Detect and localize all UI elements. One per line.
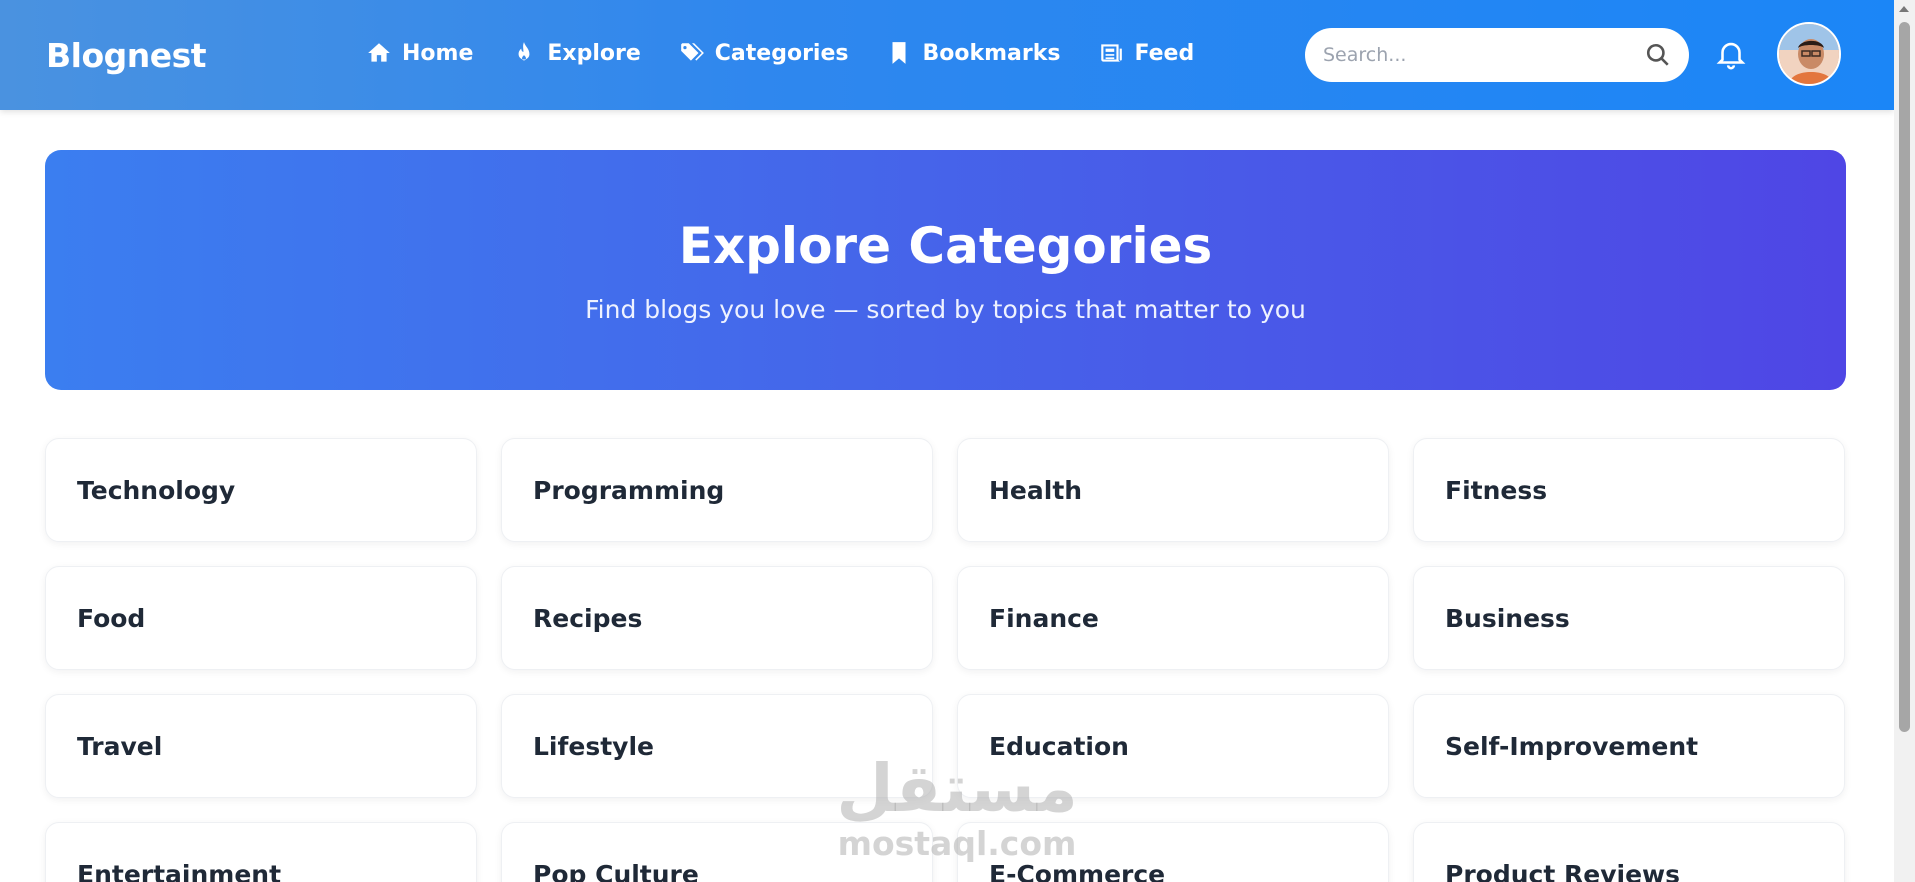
category-label: Food	[77, 603, 146, 633]
category-card[interactable]: Product Reviews	[1413, 822, 1845, 882]
category-label: E-Commerce	[989, 859, 1166, 882]
category-card[interactable]: Fitness	[1413, 438, 1845, 542]
newspaper-icon	[1101, 44, 1123, 62]
page-title: Explore Categories	[678, 216, 1213, 275]
category-label: Technology	[77, 475, 236, 505]
category-label: Pop Culture	[533, 859, 699, 882]
category-grid: Technology Programming Health Fitness Fo…	[45, 438, 1846, 882]
category-label: Entertainment	[77, 859, 282, 882]
nav-link-label: Explore	[547, 40, 641, 66]
nav-link-explore[interactable]: Explore	[511, 40, 641, 66]
home-icon	[368, 43, 390, 62]
hero-banner: Explore Categories Find blogs you love —…	[45, 150, 1846, 390]
category-card[interactable]: Recipes	[501, 566, 933, 670]
nav-link-label: Bookmarks	[922, 40, 1061, 66]
category-card[interactable]: Lifestyle	[501, 694, 933, 798]
user-photo	[1779, 24, 1839, 84]
nav-link-label: Feed	[1134, 40, 1195, 66]
category-card[interactable]: Finance	[957, 566, 1389, 670]
nav-link-label: Home	[402, 40, 474, 66]
category-label: Travel	[77, 731, 163, 761]
category-card[interactable]: E-Commerce	[957, 822, 1389, 882]
category-label: Self-Improvement	[1445, 731, 1699, 761]
category-card[interactable]: Self-Improvement	[1413, 694, 1845, 798]
category-card[interactable]: Health	[957, 438, 1389, 542]
bookmark-icon	[892, 42, 906, 64]
category-card[interactable]: Business	[1413, 566, 1845, 670]
category-label: Business	[1445, 603, 1570, 633]
page-subtitle: Find blogs you love — sorted by topics t…	[585, 294, 1306, 324]
category-label: Health	[989, 475, 1083, 505]
category-card[interactable]: Programming	[501, 438, 933, 542]
top-navbar: Blognest Home Explore Categories Bookmar…	[0, 0, 1894, 110]
avatar[interactable]	[1777, 22, 1841, 86]
fire-icon	[518, 42, 530, 61]
search-icon[interactable]	[1645, 42, 1671, 68]
category-label: Programming	[533, 475, 725, 505]
category-card[interactable]: Travel	[45, 694, 477, 798]
category-label: Fitness	[1445, 475, 1548, 505]
category-label: Finance	[989, 603, 1099, 633]
category-card[interactable]: Pop Culture	[501, 822, 933, 882]
category-card[interactable]: Entertainment	[45, 822, 477, 882]
nav-link-label: Categories	[714, 40, 849, 66]
category-label: Education	[989, 731, 1129, 761]
category-label: Lifestyle	[533, 731, 654, 761]
page-scrollbar[interactable]	[1894, 0, 1915, 882]
scrollbar-thumb[interactable]	[1899, 22, 1910, 732]
brand-logo[interactable]: Blognest	[46, 36, 207, 75]
category-card[interactable]: Education	[957, 694, 1389, 798]
tags-icon	[680, 43, 704, 61]
category-label: Recipes	[533, 603, 643, 633]
nav-link-categories[interactable]: Categories	[679, 40, 849, 66]
nav-link-feed[interactable]: Feed	[1098, 40, 1194, 66]
category-card[interactable]: Food	[45, 566, 477, 670]
search-bar	[1305, 28, 1689, 82]
nav-link-bookmarks[interactable]: Bookmarks	[886, 40, 1060, 66]
search-input[interactable]	[1323, 44, 1645, 66]
bell-icon[interactable]	[1714, 36, 1748, 72]
nav-links: Home Explore Categories Bookmarks Feed	[366, 40, 1194, 66]
category-label: Product Reviews	[1445, 859, 1680, 882]
scroll-up-icon[interactable]	[1899, 6, 1909, 12]
category-card[interactable]: Technology	[45, 438, 477, 542]
nav-link-home[interactable]: Home	[366, 40, 473, 66]
